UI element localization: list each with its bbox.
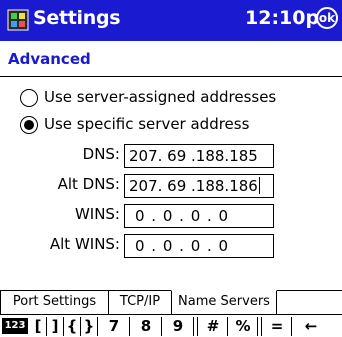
key-equals[interactable]: = <box>263 317 291 336</box>
key-hash[interactable]: # <box>199 317 227 336</box>
key-divider <box>97 317 98 336</box>
key-percent[interactable]: % <box>229 317 257 336</box>
key-divider <box>261 317 262 336</box>
tab-name-servers[interactable]: Name Servers <box>171 290 277 315</box>
soft-keyboard: 123 [ ] { } 7 8 9 # % = ← <box>0 314 342 337</box>
dns-value: 207. 69 .188.185 <box>129 147 258 165</box>
section-title: Advanced <box>8 50 91 68</box>
text-caret <box>258 177 260 194</box>
key-divider <box>227 317 228 336</box>
wins-label: WINS: <box>74 205 120 223</box>
key-close-bracket[interactable]: ] <box>47 317 63 336</box>
wins-field[interactable]: 0 . 0 . 0 . 0 <box>124 204 274 228</box>
key-close-brace[interactable]: } <box>81 317 97 336</box>
ok-button[interactable]: ok <box>316 7 338 29</box>
key-divider <box>291 317 292 336</box>
radio-server-assigned[interactable]: Use server-assigned addresses <box>20 88 320 110</box>
tab-tcp-ip[interactable]: TCP/IP <box>108 290 172 315</box>
radio-button-checked[interactable] <box>20 116 38 134</box>
keyboard-toggle-button[interactable]: 123 <box>2 318 28 334</box>
key-9[interactable]: 9 <box>163 317 193 336</box>
alt-wins-value: 0 . 0 . 0 . 0 <box>135 237 230 255</box>
key-divider <box>193 317 194 336</box>
clock[interactable]: 12:10p <box>245 7 319 29</box>
section-header: Advanced <box>0 41 342 77</box>
dns-label: DNS: <box>82 145 120 163</box>
key-divider <box>197 317 198 336</box>
dns-field[interactable]: 207. 69 .188.185 <box>124 144 274 168</box>
radio-button-unchecked[interactable] <box>20 89 38 107</box>
alt-dns-field[interactable]: 207. 69 .188.186 <box>124 174 274 198</box>
radio-label: Use specific server address <box>44 115 250 133</box>
settings-icon[interactable] <box>7 9 29 31</box>
wins-value: 0 . 0 . 0 . 0 <box>135 207 230 225</box>
alt-dns-value: 207. 69 .188.186 <box>129 177 258 195</box>
key-7[interactable]: 7 <box>99 317 129 336</box>
key-open-brace[interactable]: { <box>64 317 80 336</box>
tab-strip: Port Settings TCP/IP Name Servers <box>0 290 342 315</box>
tab-port-settings[interactable]: Port Settings <box>0 290 109 315</box>
key-open-bracket[interactable]: [ <box>30 317 46 336</box>
key-divider <box>129 317 130 336</box>
backspace-icon[interactable]: ← <box>295 317 327 336</box>
radio-label: Use server-assigned addresses <box>44 88 277 106</box>
app-title: Settings <box>33 7 121 29</box>
alt-wins-field[interactable]: 0 . 0 . 0 . 0 <box>124 234 274 258</box>
alt-dns-label: Alt DNS: <box>57 175 120 193</box>
title-bar: Settings 12:10p ok <box>0 0 342 41</box>
key-divider <box>257 317 258 336</box>
alt-wins-label: Alt WINS: <box>49 235 120 253</box>
key-8[interactable]: 8 <box>131 317 161 336</box>
key-divider <box>161 317 162 336</box>
radio-specific-server[interactable]: Use specific server address <box>20 115 320 137</box>
